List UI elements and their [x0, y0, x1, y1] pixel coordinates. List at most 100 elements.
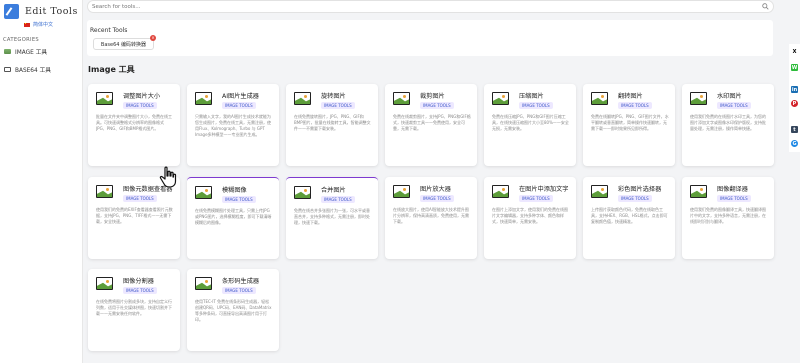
close-icon[interactable]: ×	[150, 35, 156, 41]
tool-card-description: 免费在线压缩JPG、PNG和GIF图片压缩工具，在线快速压缩图片大小至80%——…	[492, 114, 569, 131]
tool-category-badge: IMAGE TOOLS	[618, 102, 652, 109]
tool-card-title: 水印图片	[717, 93, 742, 100]
tool-card-description: 使用TEC-IT 免费在线条形码生成器，轻松创建QR码、UPC码、EAN码、Da…	[195, 299, 272, 322]
china-flag-icon	[24, 22, 30, 27]
tool-card-title: 调整图片大小	[123, 93, 161, 100]
sidebar-item-image[interactable]: IMAGE 工具	[4, 47, 47, 56]
tool-card[interactable]: 水印图片 IMAGE TOOLS 使用我们免费的在线图片水印工具，为您的图片添加文字…	[682, 84, 774, 166]
tool-card-title: AI图片生成器	[222, 93, 259, 100]
tool-card-description: 使用我们免费的图像翻译工具，快速翻译图片中的文字，支持多种语言，无需注册，在线即…	[690, 207, 766, 224]
image-thumbnail-icon	[195, 92, 212, 105]
tool-category-badge: IMAGE TOOLS	[123, 287, 157, 294]
tool-card[interactable]: 图片放大器 IMAGE TOOLS 在线放大图片，使用AI智能放大技术提升图片分辨率…	[385, 177, 477, 259]
tool-card-description: 免费在线翻转JPG、PNG、GIF图片文件，水平翻转或垂直翻转，简单操作快速翻转…	[591, 114, 669, 131]
tool-card[interactable]: 图像翻译器 IMAGE TOOLS 使用我们免费的图像翻译工具，快速翻译图片中的文字…	[682, 177, 774, 259]
tool-category-badge: IMAGE TOOLS	[222, 196, 256, 203]
image-thumbnail-icon	[393, 92, 410, 105]
image-thumbnail-icon	[690, 92, 707, 105]
tool-card-description: 只需输入文字，我的AI图片生成技术就能为您生成图片，免费在线工具，无需注册，使用…	[195, 114, 271, 137]
tool-card-description: 上传图片获取颜色代码，免费在线取色工具，支持HEX、RGB、HSL格式，点击即可…	[591, 207, 668, 224]
image-thumbnail-icon	[591, 92, 608, 105]
tool-card[interactable]: 模糊图像 IMAGE TOOLS 在线免费模糊图片处理工具，只需上传JPG或PNG图…	[187, 177, 279, 259]
tool-card-title: 合并图片	[321, 187, 346, 194]
tool-category-badge: IMAGE TOOLS	[519, 102, 553, 109]
sidebar: Edit Tools 简体中文 CATEGORIES IMAGE 工具 BASE…	[0, 0, 83, 363]
tool-card-title: 在图片中添加文字	[519, 186, 569, 193]
tool-card[interactable]: 旋转图片 IMAGE TOOLS 在线免费旋转图片，JPG、PNG、GIF和BMP图…	[286, 84, 378, 166]
linkedin-share-icon[interactable]: in	[791, 86, 798, 93]
tool-category-badge: IMAGE TOOLS	[222, 102, 256, 109]
image-thumbnail-icon	[492, 185, 509, 198]
hand-cursor-icon	[159, 166, 177, 188]
app-title: Edit Tools	[25, 6, 78, 17]
tool-card-title: 模糊图像	[222, 187, 247, 194]
tool-category-badge: IMAGE TOOLS	[519, 195, 553, 202]
image-thumbnail-icon	[690, 185, 707, 198]
tool-category-badge: IMAGE TOOLS	[420, 102, 454, 109]
search-icon[interactable]	[762, 3, 769, 10]
tool-category-badge: IMAGE TOOLS	[222, 287, 256, 294]
tool-category-badge: IMAGE TOOLS	[717, 102, 751, 109]
tool-card[interactable]: 在图片中添加文字 IMAGE TOOLS 在图片上添加文字，使用我们的免费在线图片文…	[484, 177, 576, 259]
tool-card-title: 裁剪图片	[420, 93, 445, 100]
tool-card-description: 使用我们的免费的EXIF查看器查看照片元数据，支持JPG、PNG、TIFF格式—…	[96, 207, 173, 224]
tool-category-badge: IMAGE TOOLS	[123, 195, 157, 202]
tool-card[interactable]: 彩色图片选择器 IMAGE TOOLS 上传图片获取颜色代码，免费在线取色工具，支持…	[583, 177, 675, 259]
tool-category-badge: IMAGE TOOLS	[321, 102, 355, 109]
categories-heading: CATEGORIES	[3, 37, 40, 43]
x-share-icon[interactable]: X	[791, 48, 798, 55]
tool-card[interactable]: 裁剪图片 IMAGE TOOLS 免费在线裁剪图片，支持JPG、PNG和GIF格式，…	[385, 84, 477, 166]
tool-card[interactable]: 合并图片 IMAGE TOOLS 免费在线合并多张图片为一张，可水平或垂直合并，支持…	[286, 177, 378, 259]
tool-card-description: 在线免费将图片分割成多块，支持自定义行列数，适用于社交媒体拼图，快速切割并下载—…	[96, 299, 172, 316]
image-thumbnail-icon	[591, 185, 608, 198]
language-selector[interactable]: 简体中文	[24, 21, 53, 28]
image-thumbnail-icon	[393, 185, 410, 198]
image-thumbnail-icon	[96, 92, 113, 105]
tool-card[interactable]: 图像分割器 IMAGE TOOLS 在线免费将图片分割成多块，支持自定义行列数，适用…	[88, 269, 180, 351]
tool-card-description: 在线免费旋转图片，JPG、PNG、GIF和BMP图片，批量在线旋转工具，智能调整…	[294, 114, 371, 131]
tool-card[interactable]: 调整图片大小 IMAGE TOOLS 批量在文件夹中调整图片大小，免费在线工具。可快…	[88, 84, 180, 166]
app-logo[interactable]: Edit Tools	[4, 4, 78, 19]
image-thumbnail-icon	[195, 186, 212, 199]
tool-card[interactable]: AI图片生成器 IMAGE TOOLS 只需输入文字，我的AI图片生成技术就能为您生…	[187, 84, 279, 166]
image-thumbnail-icon	[96, 277, 113, 290]
recent-tool-label: Base64 编码转换器	[100, 41, 147, 48]
image-thumbnail-icon	[492, 92, 509, 105]
tool-card-description: 免费在线合并多张图片为一张，可水平或垂直合并，支持多种格式，无需注册，即时处理，…	[294, 208, 370, 225]
tool-card-title: 图像分割器	[123, 278, 154, 285]
search-bar[interactable]	[87, 0, 774, 13]
section-title: Image 工具	[88, 65, 135, 74]
search-input[interactable]	[92, 2, 752, 12]
tool-card[interactable]: 压缩图片 IMAGE TOOLS 免费在线压缩JPG、PNG和GIF图片压缩工具，在…	[484, 84, 576, 166]
share-icon[interactable]: G	[791, 140, 798, 147]
language-label: 简体中文	[33, 22, 54, 28]
tool-card-description: 在线放大图片，使用AI智能放大技术提升图片分辨率，保持高清画质，免费使用，无需下…	[393, 207, 469, 224]
tool-card-description: 免费在线裁剪图片，支持JPG、PNG和GIF格式，快速裁剪工具——免费使用，安全…	[393, 114, 471, 131]
tool-category-badge: IMAGE TOOLS	[618, 195, 652, 202]
tool-card-title: 旋转图片	[321, 93, 346, 100]
tool-card-title: 彩色图片选择器	[618, 186, 662, 193]
tool-card[interactable]: 翻转图片 IMAGE TOOLS 免费在线翻转JPG、PNG、GIF图片文件，水平翻…	[583, 84, 675, 166]
recent-tool-chip[interactable]: Base64 编码转换器 ×	[93, 35, 156, 50]
pinterest-share-icon[interactable]: P	[791, 100, 798, 107]
image-icon	[4, 49, 11, 54]
wechat-share-icon[interactable]: W	[791, 64, 798, 71]
sidebar-item-label: IMAGE 工具	[15, 50, 48, 56]
tool-card-title: 图片放大器	[420, 186, 451, 193]
tool-card-description: 使用我们免费的在线图片水印工具，为您的图片添加文字或图像水印保护版权，支持批量处…	[690, 114, 766, 131]
tool-category-badge: IMAGE TOOLS	[321, 196, 355, 203]
tumblr-share-icon[interactable]: t	[791, 126, 798, 133]
tool-card[interactable]: 条形码生成器 IMAGE TOOLS 使用TEC-IT 免费在线条形码生成器，轻松创…	[187, 269, 279, 351]
tool-card-title: 压缩图片	[519, 93, 544, 100]
logo-icon	[4, 4, 19, 19]
tool-card-description: 在线免费模糊图片处理工具，只需上传JPG或PNG图片，选择模糊程度，即可下载清晰…	[195, 208, 272, 225]
tool-category-badge: IMAGE TOOLS	[717, 195, 751, 202]
tool-card-description: 在图片上添加文字，使用我们的免费在线图片文字编辑器，支持多种字体、颜色和样式，快…	[492, 207, 568, 224]
sidebar-item-base64[interactable]: BASE64 工具	[4, 65, 51, 74]
image-thumbnail-icon	[294, 186, 311, 199]
tool-card[interactable]: 图像元数据查看器 IMAGE TOOLS 使用我们的免费的EXIF查看器查看照片元数…	[88, 177, 180, 259]
image-thumbnail-icon	[294, 92, 311, 105]
share-bar: X W in P t G	[789, 44, 800, 152]
image-thumbnail-icon	[96, 185, 113, 198]
tool-card-title: 翻转图片	[618, 93, 643, 100]
